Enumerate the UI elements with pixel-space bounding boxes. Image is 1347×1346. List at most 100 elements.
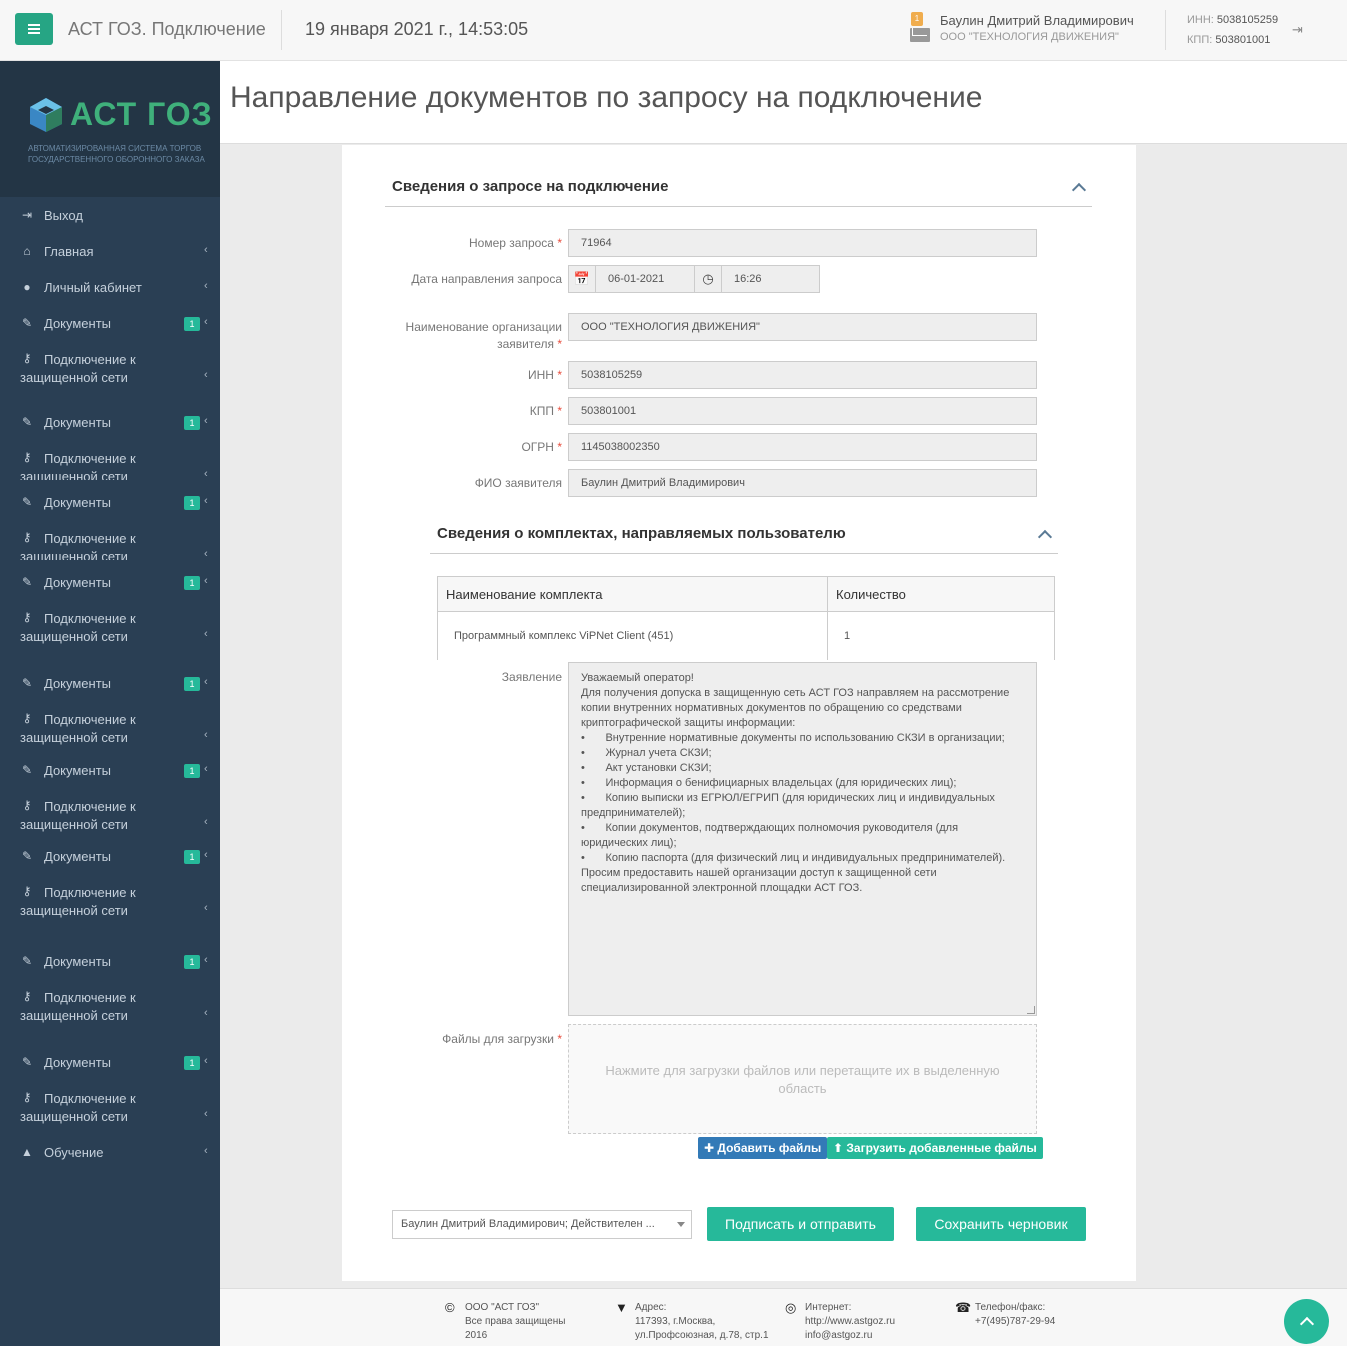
sidebar-item[interactable]: ✎ Документы 1 ‹ <box>0 675 220 695</box>
count-badge: 1 <box>184 850 200 864</box>
sign-and-send-button[interactable]: Подписать и отправить <box>707 1207 894 1241</box>
label-text: Дата направления запроса <box>411 272 562 286</box>
statement-text: Уважаемый оператор! Для получения допуск… <box>581 672 1010 894</box>
count-badge: 1 <box>184 764 200 778</box>
key-icon: ⚷ <box>22 450 32 464</box>
sidebar-item[interactable]: ✎ Документы 1 ‹ <box>0 315 220 335</box>
user-inn: ИНН: 5038105259 <box>1187 14 1278 26</box>
table-row[interactable]: Программный комплекс ViPNet Client (451)… <box>437 611 1055 660</box>
sidebar-item[interactable]: ● Личный кабинет ‹ <box>0 279 220 299</box>
sidebar-item-label: Главная <box>44 244 94 259</box>
send-date-label: Дата направления запроса <box>402 271 562 288</box>
chevron-left-icon: ‹ <box>204 316 208 328</box>
sidebar-item[interactable]: ✎ Документы 1 ‹ <box>0 494 220 514</box>
sidebar-item[interactable]: ▲ Обучение ‹ <box>0 1144 220 1164</box>
statement-label: Заявление <box>501 670 562 684</box>
column-header-quantity[interactable]: Количество <box>827 576 1055 612</box>
ogrn-label: ОГРН * <box>402 439 562 456</box>
footer-text: Адрес: <box>635 1302 667 1313</box>
user-name[interactable]: Баулин Дмитрий Владимирович <box>940 13 1134 28</box>
footer-text: Телефон/факс: <box>975 1302 1046 1313</box>
kpp-label: КПП * <box>402 403 562 420</box>
count-badge: 1 <box>184 1056 200 1070</box>
sidebar-item[interactable]: ⚷ Подключение к защищенной сети ‹ <box>0 798 220 838</box>
messages-button[interactable]: 1 <box>908 12 932 44</box>
inn-value: 5038105259 <box>1216 14 1279 26</box>
certificate-select[interactable]: Баулин Дмитрий Владимирович; Действителе… <box>392 1210 692 1239</box>
sidebar-item[interactable]: ⚷ Подключение к защищенной сети ‹ <box>0 530 220 560</box>
calendar-icon[interactable]: 📅 <box>568 265 596 293</box>
sidebar-item[interactable]: ⚷ Подключение к защищенной сети ‹ <box>0 989 220 1029</box>
sidebar-item[interactable]: ✎ Документы 1 ‹ <box>0 762 220 782</box>
sidebar-item[interactable]: ✎ Документы 1 ‹ <box>0 1054 220 1074</box>
main-panel: Сведения о запросе на подключение Номер … <box>342 145 1136 1281</box>
globe-icon: ◎ <box>785 1300 797 1315</box>
pencil-icon: ✎ <box>21 849 33 863</box>
envelope-icon <box>910 28 930 42</box>
request-number-field[interactable]: 71964 <box>568 229 1037 257</box>
email-link[interactable]: info@astgoz.ru <box>805 1329 895 1343</box>
statement-textarea[interactable]: Уважаемый оператор! Для получения допуск… <box>568 662 1037 1016</box>
sidebar-item[interactable]: ⚷ Подключение к защищенной сети ‹ <box>0 351 220 391</box>
send-date-field[interactable]: 06-01-2021 <box>595 265 695 293</box>
sidebar-item[interactable]: ⚷ Подключение к защищенной сети ‹ <box>0 1090 220 1130</box>
sidebar-item[interactable]: ✎ Документы 1 ‹ <box>0 848 220 868</box>
chevron-left-icon: ‹ <box>204 628 208 640</box>
sidebar-item[interactable]: ✎ Документы 1 ‹ <box>0 574 220 594</box>
inn-field[interactable]: 5038105259 <box>568 361 1037 389</box>
sidebar-item-label: Подключение к <box>44 531 136 546</box>
sidebar-item-label: Документы <box>44 415 112 430</box>
menu-toggle-button[interactable] <box>15 13 53 45</box>
clock-icon[interactable]: ◷ <box>694 265 722 293</box>
sidebar-item[interactable]: ⇥ Выход <box>0 207 220 227</box>
sidebar-item[interactable]: ⌂ Главная ‹ <box>0 243 220 263</box>
ogrn-field[interactable]: 1145038002350 <box>568 433 1037 461</box>
add-files-button[interactable]: ✚ Добавить файлы <box>698 1137 828 1159</box>
sidebar-item[interactable]: ⚷ Подключение к защищенной сети ‹ <box>0 450 220 480</box>
resize-handle-icon[interactable] <box>1027 1006 1035 1014</box>
kpp-field[interactable]: 503801001 <box>568 397 1037 425</box>
send-time-field[interactable]: 16:26 <box>721 265 820 293</box>
save-draft-button[interactable]: Сохранить черновик <box>916 1207 1086 1241</box>
plus-icon: ✚ <box>704 1141 715 1155</box>
footer-phone: ☎ Телефон/факс: +7(495)787-29-94 <box>955 1301 1055 1329</box>
sidebar-item[interactable]: ⚷ Подключение к защищенной сети ‹ <box>0 711 220 751</box>
inn-label: ИНН * <box>402 367 562 384</box>
website-link[interactable]: http://www.astgoz.ru <box>805 1315 895 1329</box>
user-icon: ● <box>23 280 31 294</box>
footer-text: ООО "АСТ ГОЗ" <box>465 1302 540 1313</box>
label-text: ОГРН <box>521 440 554 454</box>
footer-text: 2016 <box>465 1330 488 1341</box>
required-mark: * <box>557 236 562 250</box>
graduation-cap-icon: ▲ <box>21 1145 33 1159</box>
collapse-up-icon[interactable] <box>1071 182 1087 198</box>
count-badge: 1 <box>184 576 200 590</box>
logout-icon[interactable]: ⇥ <box>1292 22 1303 38</box>
page-title: Направление документов по запросу на под… <box>230 81 983 114</box>
logo[interactable]: АСТ ГОЗ Автоматизированная система торго… <box>0 61 220 197</box>
sidebar-item[interactable]: ⚷ Подключение к защищенной сети ‹ <box>0 884 220 924</box>
label-text: ИНН <box>528 368 554 382</box>
required-mark: * <box>557 368 562 382</box>
sidebar-item[interactable]: ✎ Документы 1 ‹ <box>0 953 220 973</box>
org-name-field[interactable]: ООО "ТЕХНОЛОГИЯ ДВИЖЕНИЯ" <box>568 313 1037 341</box>
sidebar-item-label: Подключение к <box>44 990 136 1005</box>
sidebar-item-label: Документы <box>44 1055 112 1070</box>
label-text: Наименование организации заявителя <box>405 320 562 351</box>
sidebar-item-label: Документы <box>44 954 112 969</box>
key-icon: ⚷ <box>22 610 32 624</box>
sidebar-item-label: Документы <box>44 676 112 691</box>
key-icon: ⚷ <box>22 989 32 1003</box>
count-badge: 1 <box>184 317 200 331</box>
sidebar-item[interactable]: ⚷ Подключение к защищенной сети ‹ <box>0 610 220 650</box>
applicant-field[interactable]: Баулин Дмитрий Владимирович <box>568 469 1037 497</box>
collapse-up-icon[interactable] <box>1037 529 1053 545</box>
scroll-to-top-button[interactable] <box>1284 1299 1329 1344</box>
chevron-left-icon: ‹ <box>204 1145 208 1157</box>
file-dropzone[interactable]: Нажмите для загрузки файлов или перетащи… <box>568 1024 1037 1134</box>
upload-files-button[interactable]: ⬆ Загрузить добавленные файлы <box>827 1137 1043 1159</box>
sidebar-item[interactable]: ✎ Документы 1 ‹ <box>0 414 220 434</box>
sidebar-item-label: Выход <box>44 208 83 223</box>
label-text: Файлы для загрузки <box>442 1032 554 1046</box>
column-header-kit-name[interactable]: Наименование комплекта <box>437 576 828 612</box>
